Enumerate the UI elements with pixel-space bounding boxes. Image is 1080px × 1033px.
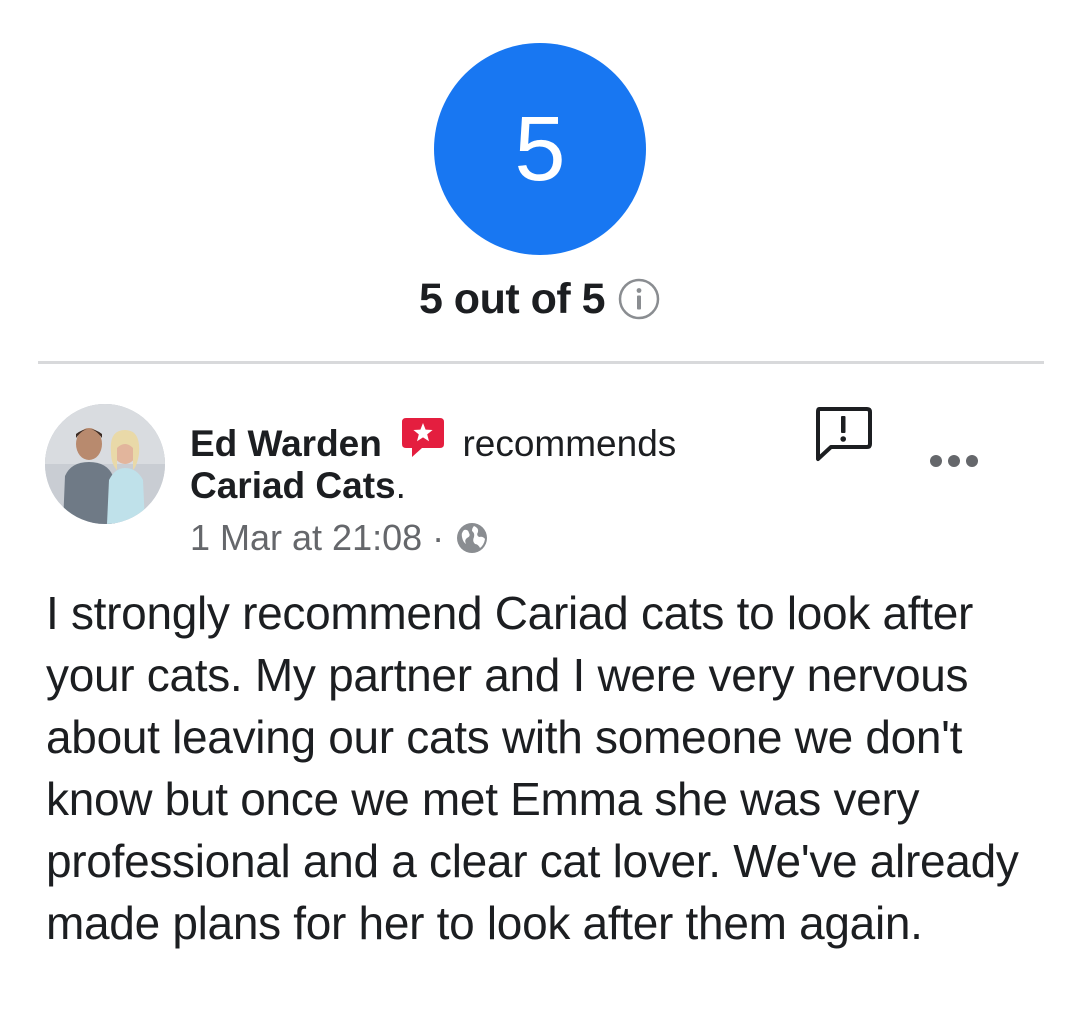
author-name[interactable]: Ed Warden <box>190 423 382 464</box>
post-timestamp[interactable]: 1 Mar at 21:08 <box>190 514 422 562</box>
more-dots-icon[interactable] <box>928 452 980 470</box>
recommends-verb: recommends <box>462 423 677 464</box>
review-post: Ed Warden recommends Cariad Cats. 1 Mar … <box>0 364 1080 1033</box>
page-suffix: . <box>395 465 406 506</box>
recommendation-star-icon <box>402 418 445 457</box>
rating-summary-text: 5 out of 5 <box>418 274 606 323</box>
report-exclamation-icon[interactable] <box>813 406 873 464</box>
rating-score-circle: 5 <box>434 43 646 255</box>
post-meta: 1 Mar at 21:08 · <box>190 514 490 562</box>
author-line: Ed Warden recommends <box>190 414 676 468</box>
avatar[interactable] <box>45 404 165 524</box>
globe-icon <box>457 523 488 553</box>
page-line: Cariad Cats. <box>190 462 406 510</box>
rating-line: 5 out of 5 <box>0 272 1080 326</box>
rating-summary: 5 5 out of 5 <box>0 0 1080 362</box>
meta-separator: · <box>432 517 445 558</box>
info-circle-icon[interactable] <box>617 277 661 321</box>
page-name[interactable]: Cariad Cats <box>190 465 396 506</box>
review-body: I strongly recommend Cariad cats to look… <box>46 587 1019 949</box>
